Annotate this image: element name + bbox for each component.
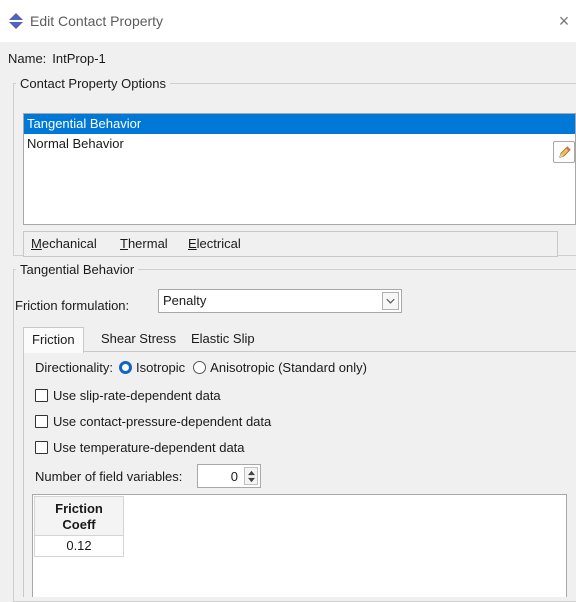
contact-property-options-legend: Contact Property Options (20, 76, 166, 91)
temperature-label: Use temperature-dependent data (53, 440, 245, 455)
friction-formulation-value: Penalty (163, 293, 207, 308)
contact-pressure-checkbox-row[interactable]: Use contact-pressure-dependent data (35, 414, 271, 429)
directionality-row: Directionality: Isotropic Anisotropic (S… (35, 360, 367, 375)
field-variables-label: Number of field variables: (35, 469, 183, 484)
name-row: Name: IntProp-1 (8, 51, 112, 66)
list-item-tangential-behavior[interactable]: Tangential Behavior (24, 114, 575, 134)
isotropic-label[interactable]: Isotropic (136, 360, 185, 375)
window-title: Edit Contact Property (30, 13, 164, 29)
slip-rate-checkbox-row[interactable]: Use slip-rate-dependent data (35, 388, 221, 403)
chevron-down-icon[interactable] (382, 292, 399, 310)
abaqus-diamond-icon (8, 13, 24, 29)
temperature-checkbox-row[interactable]: Use temperature-dependent data (35, 440, 245, 455)
field-variables-spinner[interactable]: 0 (197, 464, 261, 488)
tab-elastic-slip[interactable]: Elastic Slip (183, 327, 263, 352)
list-item-normal-behavior[interactable]: Normal Behavior (24, 134, 575, 154)
name-label: Name: (8, 51, 47, 66)
temperature-checkbox[interactable] (35, 441, 48, 454)
pencil-icon (559, 146, 571, 158)
slip-rate-checkbox[interactable] (35, 389, 48, 402)
close-icon: × (558, 11, 570, 31)
tangential-behavior-legend: Tangential Behavior (20, 262, 135, 277)
tab-friction[interactable]: Friction (23, 327, 84, 353)
friction-formulation-label: Friction formulation: (15, 298, 130, 313)
table-cell[interactable]: 0.12 (34, 536, 124, 557)
contact-pressure-label: Use contact-pressure-dependent data (53, 414, 272, 429)
contact-pressure-checkbox[interactable] (35, 415, 48, 428)
anisotropic-radio[interactable] (193, 361, 207, 374)
edit-option-button[interactable] (553, 141, 575, 163)
friction-data-table[interactable]: Friction Coeff 0.12 (32, 494, 567, 597)
anisotropic-label[interactable]: Anisotropic (Standard only) (210, 360, 367, 375)
close-button[interactable]: × (554, 10, 574, 32)
friction-formulation-select[interactable]: Penalty (158, 289, 402, 313)
directionality-label: Directionality: (35, 360, 114, 375)
title-bar: Edit Contact Property × (0, 0, 576, 42)
contact-property-options-group: Contact Property Options Tangential Beha… (13, 76, 576, 257)
contact-options-list[interactable]: Tangential Behavior Normal Behavior (23, 113, 576, 225)
menu-mechanical[interactable]: Mechanical (31, 236, 97, 251)
field-variables-value: 0 (230, 469, 238, 484)
isotropic-radio[interactable] (119, 361, 133, 374)
menu-electrical[interactable]: Electrical (188, 236, 241, 251)
friction-coeff-column-header: Friction Coeff (34, 496, 124, 536)
name-value: IntProp-1 (52, 51, 106, 66)
spinner-arrows-icon[interactable] (244, 467, 258, 485)
tab-shear-stress[interactable]: Shear Stress (93, 327, 184, 352)
slip-rate-label: Use slip-rate-dependent data (53, 388, 221, 403)
menu-thermal[interactable]: Thermal (120, 236, 168, 251)
options-menubar: Mechanical Thermal Electrical (23, 231, 558, 257)
